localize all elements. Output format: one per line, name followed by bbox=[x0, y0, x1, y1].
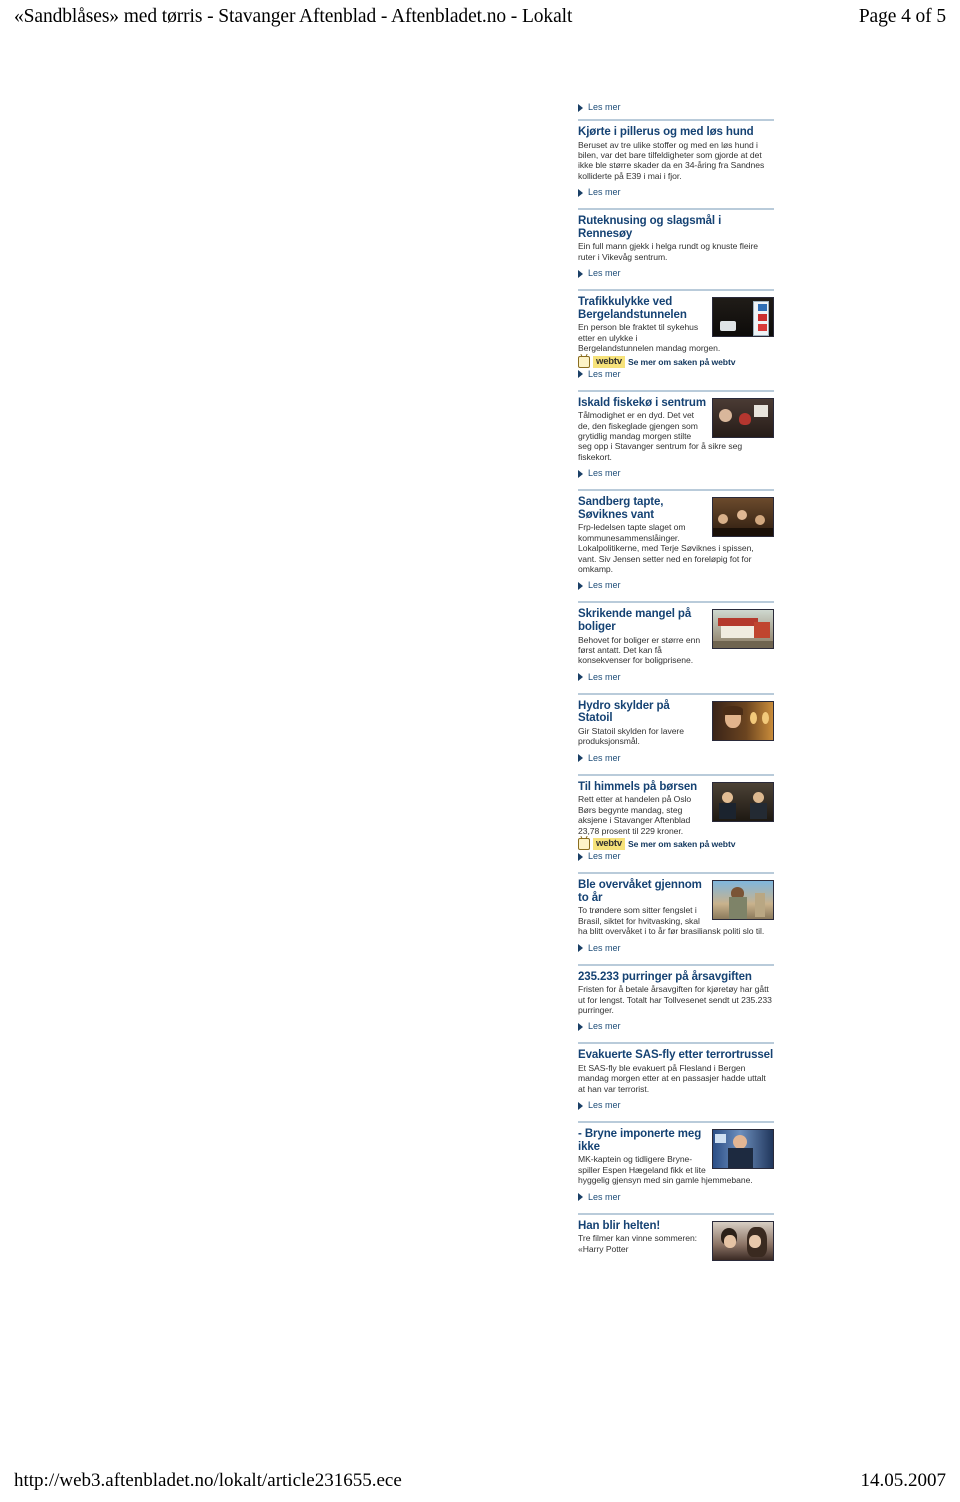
teaser-item: Sandberg tapte, Søviknes vant Frp-ledelse… bbox=[578, 489, 774, 595]
print-footer: http://web3.aftenbladet.no/lokalt/articl… bbox=[14, 1466, 946, 1492]
triangle-bullet-icon bbox=[578, 370, 583, 379]
read-more-link[interactable]: Les mer bbox=[578, 1021, 774, 1032]
tv-icon bbox=[578, 838, 590, 851]
read-more-label: Les mer bbox=[588, 102, 621, 112]
teaser-item: Iskald fiskekø i sentrum Tålmodighet er e… bbox=[578, 389, 774, 484]
triangle-bullet-icon bbox=[578, 188, 583, 197]
read-more-link[interactable]: Les mer bbox=[578, 580, 774, 591]
read-more-link[interactable]: Les mer bbox=[578, 369, 774, 380]
triangle-bullet-icon bbox=[578, 852, 583, 861]
read-more-label: Les mer bbox=[588, 752, 621, 763]
teaser-divider bbox=[578, 208, 774, 211]
teaser-divider bbox=[578, 119, 774, 121]
thumbnail-fiskeko[interactable] bbox=[712, 397, 774, 438]
teaser-item: Ruteknusing og slagsmål i Rennesøy Ein fu… bbox=[578, 208, 774, 283]
read-more-link[interactable]: Les mer bbox=[578, 851, 774, 862]
article-list: Les mer Kjørte i pillerus og med løs hun… bbox=[578, 96, 774, 1267]
read-more-label: Les mer bbox=[588, 187, 621, 198]
read-more-label: Les mer bbox=[588, 851, 621, 862]
teaser-divider bbox=[578, 1212, 774, 1215]
webtv-link[interactable]: webtv Se mer om saken på webtv bbox=[578, 838, 774, 851]
teaser-divider bbox=[578, 692, 774, 695]
page-title: «Sandblåses» med tørris - Stavanger Afte… bbox=[14, 6, 573, 27]
thumbnail-sandberg[interactable] bbox=[712, 497, 774, 538]
teaser-item: Han blir helten! Tre filmer kan vinne som… bbox=[578, 1212, 774, 1267]
teaser-divider bbox=[578, 1042, 774, 1045]
triangle-bullet-icon bbox=[578, 469, 583, 478]
read-more-link[interactable]: Les mer bbox=[578, 753, 774, 764]
teaser-divider bbox=[578, 1121, 774, 1124]
teaser-item: Kjørte i pillerus og med løs hund Beruset… bbox=[578, 119, 774, 202]
teaser-body: Et SAS-fly ble evakuert på Flesland i Be… bbox=[578, 1062, 766, 1094]
read-more-label: Les mer bbox=[588, 468, 621, 479]
webtv-badge: webtv bbox=[593, 838, 625, 851]
teaser-item: Hydro skylder på Statoil Gir Statoil skyl… bbox=[578, 692, 774, 768]
read-more-label: Les mer bbox=[588, 942, 621, 953]
read-more-link-top[interactable]: Les mer bbox=[578, 102, 774, 113]
read-more-label: Les mer bbox=[588, 1191, 621, 1202]
thumbnail-borsen[interactable] bbox=[712, 781, 774, 822]
teaser-item: Evakuerte SAS-fly etter terrortrussel Et … bbox=[578, 1042, 774, 1115]
triangle-bullet-icon bbox=[578, 269, 583, 278]
teaser-divider bbox=[578, 289, 774, 292]
thumbnail-bryne[interactable] bbox=[712, 1129, 774, 1170]
teaser-divider bbox=[578, 773, 774, 776]
webtv-label: Se mer om saken på webtv bbox=[627, 356, 736, 367]
teaser-divider bbox=[578, 489, 774, 492]
teaser-divider bbox=[578, 963, 774, 966]
read-more-label: Les mer bbox=[588, 1021, 621, 1032]
teaser-divider bbox=[578, 389, 774, 392]
page-number: Page 4 of 5 bbox=[858, 6, 946, 27]
footer-date: 14.05.2007 bbox=[860, 1470, 947, 1491]
read-more-link[interactable]: Les mer bbox=[578, 268, 774, 279]
triangle-bullet-icon bbox=[578, 1101, 583, 1110]
footer-url: http://web3.aftenbladet.no/lokalt/articl… bbox=[14, 1470, 402, 1491]
read-more-link[interactable]: Les mer bbox=[578, 672, 774, 683]
print-page: «Sandblåses» med tørris - Stavanger Afte… bbox=[0, 0, 960, 1502]
read-more-label: Les mer bbox=[588, 268, 621, 279]
teaser-divider bbox=[578, 872, 774, 875]
teaser-heading[interactable]: 235.233 purringer på årsavgiften bbox=[578, 971, 774, 984]
teaser-item: - Bryne imponerte meg ikke MK-kaptein og … bbox=[578, 1121, 774, 1206]
triangle-bullet-icon bbox=[578, 1193, 583, 1202]
read-more-link[interactable]: Les mer bbox=[578, 468, 774, 479]
thumbnail-boliger[interactable] bbox=[712, 609, 774, 650]
webtv-link[interactable]: webtv Se mer om saken på webtv bbox=[578, 355, 774, 368]
teaser-body: Fristen for å betale årsavgiften for kjø… bbox=[578, 984, 772, 1015]
teaser-body: Beruset av tre ulike stoffer og med en l… bbox=[578, 139, 765, 181]
triangle-bullet-icon bbox=[578, 581, 583, 590]
read-more-label: Les mer bbox=[588, 1100, 621, 1111]
teaser-item: 235.233 purringer på årsavgiften Fristen … bbox=[578, 963, 774, 1037]
thumbnail-hydro[interactable] bbox=[712, 700, 774, 741]
triangle-bullet-icon bbox=[578, 103, 583, 112]
teaser-container: Kjørte i pillerus og med løs hund Beruset… bbox=[578, 119, 774, 1267]
thumbnail-bergelandstunnelen[interactable] bbox=[712, 297, 774, 338]
read-more-label: Les mer bbox=[588, 368, 621, 379]
teaser-divider bbox=[578, 601, 774, 604]
teaser-heading[interactable]: Ruteknusing og slagsmål i Rennesøy bbox=[578, 215, 774, 240]
triangle-bullet-icon bbox=[578, 754, 583, 763]
read-more-label: Les mer bbox=[588, 671, 621, 682]
read-more-link[interactable]: Les mer bbox=[578, 187, 774, 198]
teaser-body: Ein full mann gjekk i helga rundt og knu… bbox=[578, 241, 758, 262]
thumbnail-helten[interactable] bbox=[712, 1220, 774, 1261]
read-more-link[interactable]: Les mer bbox=[578, 1100, 774, 1111]
triangle-bullet-icon bbox=[578, 673, 583, 682]
read-more-link[interactable]: Les mer bbox=[578, 1192, 774, 1203]
print-header: «Sandblåses» med tørris - Stavanger Afte… bbox=[14, 6, 946, 32]
teaser-heading[interactable]: Evakuerte SAS-fly etter terrortrussel bbox=[578, 1049, 774, 1062]
teaser-item: Ble overvåket gjennom to år To trøndere s… bbox=[578, 872, 774, 957]
triangle-bullet-icon bbox=[578, 944, 583, 952]
webtv-badge: webtv bbox=[593, 355, 625, 368]
teaser-heading[interactable]: Kjørte i pillerus og med løs hund bbox=[578, 126, 774, 139]
read-more-link[interactable]: Les mer bbox=[578, 943, 774, 954]
read-more-label: Les mer bbox=[588, 580, 621, 591]
teaser-item: Til himmels på børsen Rett etter at hande… bbox=[578, 773, 774, 866]
webtv-label: Se mer om saken på webtv bbox=[627, 839, 736, 850]
teaser-item: Trafikkulykke ved Bergelandstunnelen En p… bbox=[578, 289, 774, 383]
tv-icon bbox=[578, 355, 590, 368]
teaser-item: Skrikende mangel på boliger Behovet for b… bbox=[578, 601, 774, 686]
thumbnail-overvaket[interactable] bbox=[712, 880, 774, 921]
triangle-bullet-icon bbox=[578, 1022, 583, 1031]
